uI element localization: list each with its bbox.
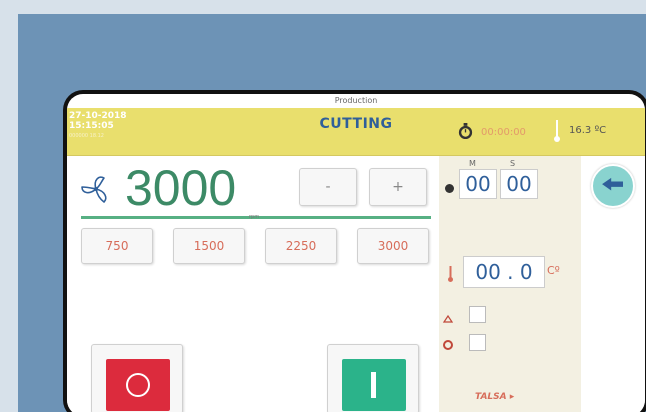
minutes-label: M [469,159,476,168]
settings-panel: M S 00 00 00 . 0 Cº TALSA ▸ [439,156,581,412]
timer-display: 00:00:00 [481,127,526,138]
stopwatch-icon [458,123,473,140]
header-bar: 27-10-2018 15:15:05 000000 18.12 CUTTING… [67,108,645,156]
version-text: 000000 18.12 [69,133,104,139]
device-bezel: Production 27-10-2018 15:15:05 000000 18… [63,90,646,412]
start-button[interactable] [327,344,419,412]
speed-plus-button[interactable]: + [369,168,427,206]
nav-panel [581,156,645,412]
thermometer-setting-icon [448,266,453,282]
stop-icon-bg [106,359,170,411]
clock-icon [445,184,454,193]
screen-title: Production [334,96,378,105]
speed-unit: rpm [249,214,260,220]
seconds-field[interactable]: 00 [500,169,538,199]
option-checkbox-1[interactable] [469,306,486,323]
temperature-field[interactable]: 00 . 0 [463,256,545,288]
temperature-unit: Cº [547,264,560,277]
fan-icon [81,176,107,203]
brand-logo: TALSA ▸ [475,392,515,402]
preset-1500-button[interactable]: 1500 [173,228,245,264]
stop-icon [126,373,150,397]
preset-2250-button[interactable]: 2250 [265,228,337,264]
back-arrow-icon [602,177,623,191]
touch-screen: Production 27-10-2018 15:15:05 000000 18… [67,94,645,412]
speed-panel: 3000 - + rpm 750 1500 2250 3000 [67,156,439,412]
option-checkbox-2[interactable] [469,334,486,351]
preset-3000-button[interactable]: 3000 [357,228,429,264]
speed-value: 3000 [125,160,237,216]
back-button[interactable] [591,164,635,208]
thermometer-icon [554,120,560,142]
minutes-field[interactable]: 00 [459,169,497,199]
start-icon [371,372,376,398]
preset-750-button[interactable]: 750 [81,228,153,264]
option-lock-icon [443,340,453,350]
start-icon-bg [342,359,406,411]
option-mix-icon [443,314,453,323]
seconds-label: S [510,159,516,168]
stop-button[interactable] [91,344,183,412]
speed-minus-button[interactable]: - [299,168,357,206]
current-temperature: 16.3 ºC [569,125,607,136]
